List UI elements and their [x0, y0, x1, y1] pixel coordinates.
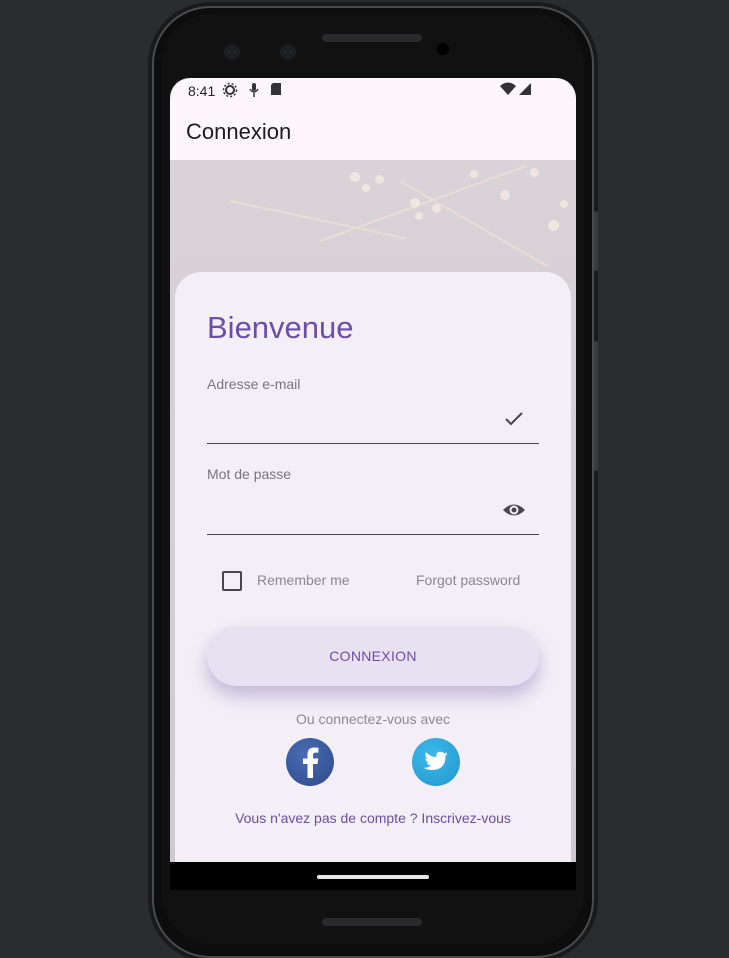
wifi-icon	[500, 82, 516, 99]
twitter-login-button[interactable]	[412, 738, 460, 786]
navigation-bar	[170, 862, 576, 890]
background-flower	[560, 200, 568, 208]
app-bar: Connexion	[170, 102, 576, 160]
status-bar: 8:41	[170, 78, 576, 102]
eye-icon[interactable]	[501, 497, 527, 523]
volume-button[interactable]	[594, 211, 598, 271]
email-field[interactable]	[207, 396, 497, 436]
status-time: 8:41	[188, 83, 216, 99]
password-field-underline	[207, 534, 539, 535]
settings-icon	[222, 82, 238, 101]
connexion-button-label: CONNEXION	[329, 648, 417, 664]
background-flower	[470, 170, 478, 178]
background-flower	[410, 198, 420, 208]
microphone-icon	[248, 82, 260, 101]
remember-me-checkbox[interactable]	[222, 571, 242, 591]
background-flower	[362, 184, 370, 192]
front-camera-icon	[222, 42, 242, 62]
remember-me-label[interactable]: Remember me	[257, 572, 350, 588]
page-title: Connexion	[186, 119, 292, 144]
signup-link[interactable]: Vous n'avez pas de compte ? Inscrivez-vo…	[175, 810, 571, 826]
password-field[interactable]	[207, 486, 497, 526]
proximity-sensor	[437, 43, 449, 55]
earpiece-speaker	[322, 34, 422, 42]
sd-card-icon	[270, 82, 282, 99]
facebook-login-button[interactable]	[286, 738, 334, 786]
front-camera-icon	[278, 42, 298, 62]
power-button[interactable]	[594, 341, 598, 471]
login-card: Bienvenue Adresse e-mail Mot de passe Re…	[175, 272, 571, 862]
connexion-button[interactable]: CONNEXION	[207, 626, 539, 686]
background-flower	[415, 212, 423, 220]
facebook-icon	[303, 747, 319, 778]
home-gesture-handle[interactable]	[317, 875, 429, 879]
email-field-underline	[207, 443, 539, 444]
background-flower	[432, 204, 441, 213]
cellular-signal-icon	[518, 82, 532, 99]
device-screen: 8:41 Connexion Bienvenue Adresse e-mail …	[170, 78, 576, 890]
forgot-password-link[interactable]: Forgot password	[416, 572, 520, 588]
background-flower	[350, 172, 360, 182]
password-label: Mot de passe	[207, 466, 292, 482]
background-flower	[530, 168, 539, 177]
social-login-caption: Ou connectez-vous avec	[295, 711, 451, 727]
twitter-icon	[423, 751, 448, 770]
background-flower	[375, 175, 384, 184]
check-icon	[501, 406, 527, 432]
email-label: Adresse e-mail	[207, 376, 301, 392]
welcome-heading: Bienvenue	[207, 310, 354, 345]
background-stem	[399, 180, 548, 267]
background-flower	[500, 190, 510, 200]
background-flower	[548, 220, 559, 231]
bottom-speaker	[322, 918, 422, 926]
